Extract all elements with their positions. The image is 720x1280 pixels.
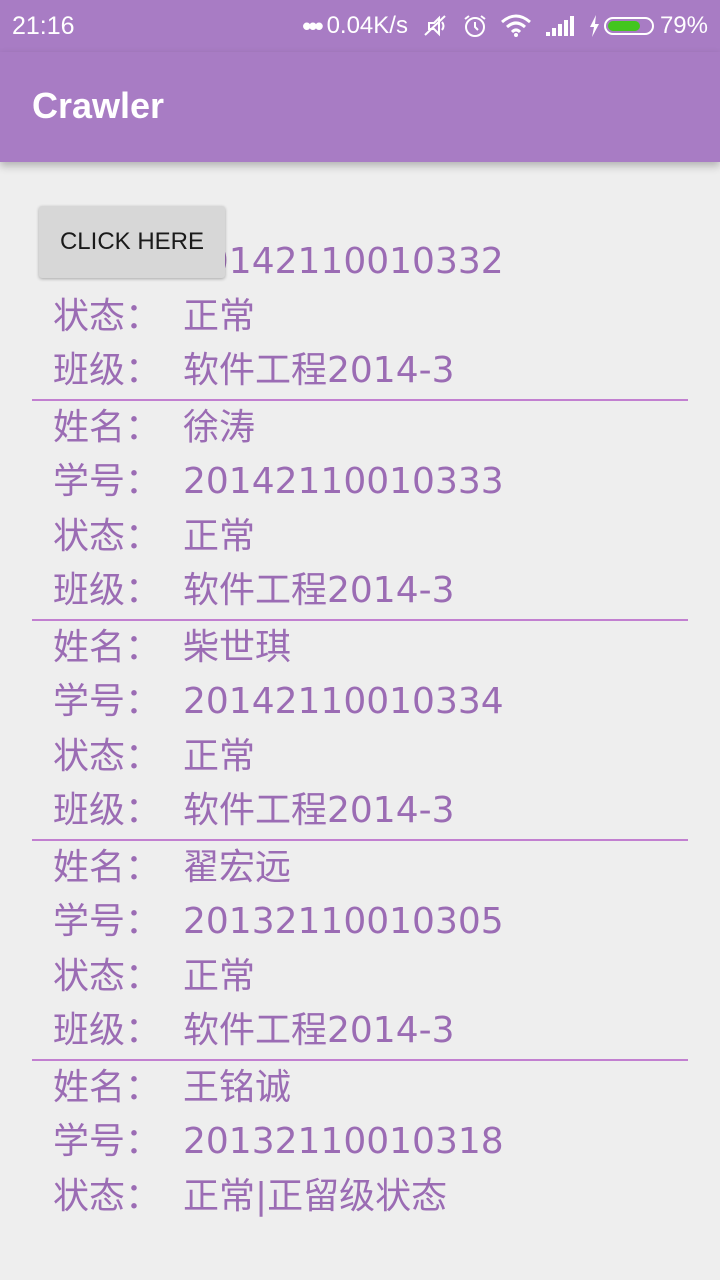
app-bar: Crawler — [0, 52, 720, 162]
record-field: 姓名： 王铭诚 — [32, 1061, 688, 1116]
record-field: 姓名： 徐涛 — [32, 401, 688, 456]
signal-icon — [544, 14, 576, 38]
record-field: 班级： 软件工程2014-3 — [32, 564, 688, 619]
record-field: 状态： 正常|正留级状态 — [32, 1170, 688, 1225]
field-value: 20132110010318 — [183, 1121, 504, 1162]
field-label: 状态： — [53, 735, 162, 777]
record-field: 学号： 20132110010318 — [32, 1115, 688, 1170]
record-field: 班级： 软件工程2014-3 — [32, 784, 688, 839]
record-field: 学号： 20142110010334 — [32, 675, 688, 730]
record-field: 班级： 软件工程2014-3 — [32, 1004, 688, 1059]
student-record: 姓名： 王铭诚 学号： 20132110010318 状态： 正常|正留级状态 — [32, 1061, 688, 1225]
mute-icon — [420, 13, 450, 39]
field-value: 软件工程2014-3 — [183, 350, 455, 391]
field-label: 状态： — [53, 295, 162, 337]
field-label: 班级： — [53, 570, 162, 611]
field-value: 翟宏远 — [183, 846, 292, 888]
field-value: 正常|正留级状态 — [183, 1175, 448, 1217]
field-value: 正常 — [183, 515, 256, 557]
battery-icon — [603, 17, 654, 35]
field-label: 姓名： — [53, 406, 162, 448]
record-field: 班级： 软件工程2014-3 — [32, 344, 688, 399]
field-label: 姓名： — [53, 846, 162, 888]
record-field: 姓名： 柴世琪 — [32, 621, 688, 676]
records-list: 学号：20142110010332状态：正常班级：软件工程2014-3姓名：徐涛… — [32, 235, 688, 1224]
student-record: 姓名： 翟宏远 学号： 20132110010305 状态： 正常 班级： 软件工程2014-… — [32, 841, 688, 1061]
record-field: 状态： 正常 — [32, 510, 688, 565]
battery-percent: 79% — [659, 12, 708, 39]
alarm-icon — [462, 13, 488, 39]
field-value: 正常 — [183, 295, 256, 337]
field-value: 20142110010334 — [183, 681, 504, 722]
field-value: 正常 — [183, 735, 256, 777]
field-label: 学号： — [53, 1121, 162, 1162]
field-value: 柴世琪 — [183, 626, 292, 668]
status-bar: 21:16 ••• 0.04K/s 79% — [0, 0, 720, 52]
record-field: 状态： 正常 — [32, 950, 688, 1005]
content-area[interactable]: CLICK HERE 学号：20142110010332状态：正常班级：软件工程… — [0, 162, 720, 1280]
field-value: 软件工程2014-3 — [183, 570, 455, 611]
field-value: 20142110010332 — [183, 241, 504, 282]
field-value: 软件工程2014-3 — [183, 790, 455, 831]
status-icons: ••• 0.04K/s 79% — [302, 10, 708, 42]
field-label: 学号： — [53, 681, 162, 722]
field-label: 姓名： — [53, 1066, 162, 1108]
field-label: 班级： — [53, 1010, 162, 1051]
field-value: 20142110010333 — [183, 461, 504, 502]
charging-icon — [588, 14, 600, 38]
record-field: 姓名： 翟宏远 — [32, 841, 688, 896]
field-label: 学号： — [53, 461, 162, 502]
field-value: 王铭诚 — [183, 1066, 292, 1108]
field-label: 班级： — [53, 790, 162, 831]
wifi-icon — [500, 14, 532, 38]
battery-fill — [607, 21, 641, 31]
field-label: 状态： — [53, 955, 162, 997]
field-value: 正常 — [183, 955, 256, 997]
field-label: 状态： — [53, 1175, 162, 1217]
app-title: Crawler — [32, 85, 165, 126]
field-value: 20132110010305 — [183, 901, 504, 942]
record-field: 状态： 正常 — [32, 730, 688, 785]
student-record: 姓名： 徐涛 学号： 20142110010333 状态： 正常 班级： 软件工程2014-3 — [32, 401, 688, 621]
field-value: 软件工程2014-3 — [183, 1010, 455, 1051]
more-dots-icon: ••• — [302, 11, 323, 41]
record-field: 学号： 20142110010333 — [32, 455, 688, 510]
field-label: 班级： — [53, 350, 162, 391]
student-record: 姓名： 柴世琪 学号： 20142110010334 状态： 正常 班级： 软件工程2014-… — [32, 621, 688, 841]
field-label: 状态： — [53, 515, 162, 557]
record-field: 学号： 20132110010305 — [32, 895, 688, 950]
field-label: 姓名： — [53, 626, 162, 668]
clock: 21:16 — [12, 12, 75, 40]
net-speed: 0.04K/s — [326, 12, 408, 39]
record-field: 状态： 正常 — [32, 290, 688, 345]
field-value: 徐涛 — [183, 406, 256, 448]
click-here-button[interactable]: CLICK HERE — [39, 206, 225, 278]
field-label: 学号： — [53, 901, 162, 942]
